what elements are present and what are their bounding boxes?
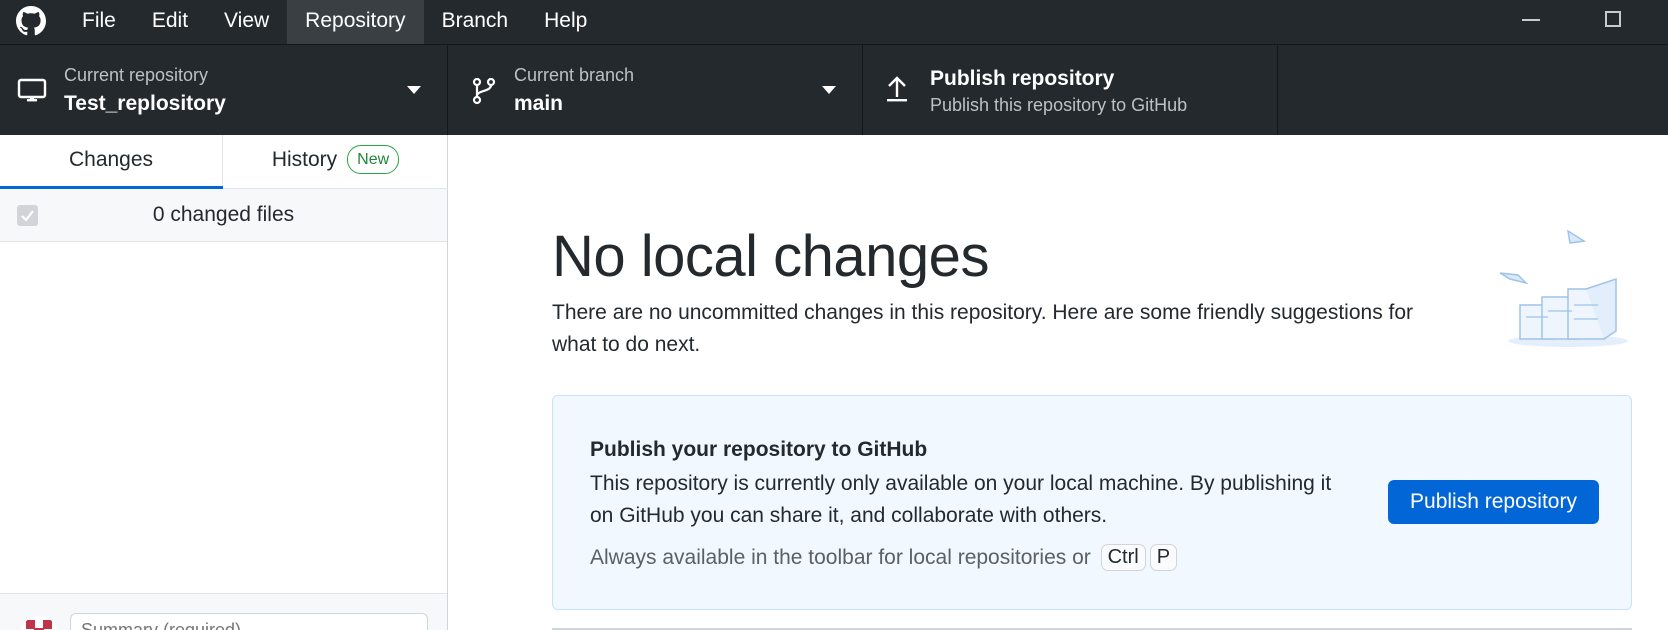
commit-area bbox=[0, 593, 447, 630]
upload-icon bbox=[887, 76, 907, 102]
publish-card-hint: Always available in the toolbar for loca… bbox=[590, 544, 1178, 571]
current-repository-name: Test_replository bbox=[64, 92, 226, 115]
git-branch-icon bbox=[472, 77, 496, 105]
shortcut-key-p: P bbox=[1149, 544, 1178, 571]
menu-file[interactable]: File bbox=[64, 0, 134, 44]
tab-changes[interactable]: Changes bbox=[0, 135, 223, 190]
tab-history-label: History bbox=[271, 148, 338, 171]
current-branch-button[interactable]: Current branch main bbox=[448, 45, 863, 136]
chevron-down-icon bbox=[822, 86, 836, 94]
computer-icon bbox=[17, 78, 47, 102]
page-title: No local changes bbox=[552, 224, 989, 289]
menu-edit[interactable]: Edit bbox=[134, 0, 206, 44]
tab-history[interactable]: History New bbox=[223, 135, 448, 189]
menu-bar: File Edit View Repository Branch Help bbox=[64, 0, 605, 44]
menu-view[interactable]: View bbox=[206, 0, 287, 44]
current-repository-button[interactable]: Current repository Test_replository bbox=[0, 45, 448, 136]
publish-card-title: Publish your repository to GitHub bbox=[590, 438, 928, 461]
avatar bbox=[20, 616, 58, 630]
current-branch-label: Current branch bbox=[514, 65, 635, 85]
chevron-down-icon bbox=[407, 86, 421, 94]
publish-card-hint-text: Always available in the toolbar for loca… bbox=[590, 546, 1091, 569]
shortcut-key-ctrl: Ctrl bbox=[1100, 544, 1146, 571]
publish-repository-button[interactable]: Publish repository bbox=[1388, 480, 1599, 524]
minimize-icon[interactable] bbox=[1522, 19, 1540, 21]
empty-state-illustration bbox=[1499, 229, 1628, 347]
toolbar: Current repository Test_replository Curr… bbox=[0, 44, 1668, 136]
publish-toolbar-title: Publish repository bbox=[930, 67, 1115, 90]
github-logo-icon bbox=[16, 6, 46, 36]
maximize-icon[interactable] bbox=[1605, 11, 1621, 27]
tab-changes-label: Changes bbox=[68, 148, 154, 171]
title-bar: File Edit View Repository Branch Help bbox=[0, 0, 1668, 44]
menu-help[interactable]: Help bbox=[526, 0, 605, 44]
commit-summary-input[interactable] bbox=[70, 613, 428, 630]
publish-suggestion-card: Publish your repository to GitHub This r… bbox=[552, 395, 1632, 610]
menu-repository[interactable]: Repository bbox=[287, 0, 424, 44]
page-description: There are no uncommitted changes in this… bbox=[552, 301, 1414, 356]
changed-files-header: 0 changed files bbox=[0, 189, 447, 242]
menu-branch[interactable]: Branch bbox=[424, 0, 527, 44]
publish-card-description: This repository is currently only availa… bbox=[590, 472, 1332, 527]
sidebar-tabs: Changes History New bbox=[0, 135, 448, 190]
sidebar: Changes History New 0 changed files bbox=[0, 135, 448, 630]
changed-files-count: 0 changed files bbox=[152, 203, 295, 226]
current-branch-name: main bbox=[514, 92, 564, 115]
main-content: No local changes There are no uncommitte… bbox=[448, 135, 1668, 630]
current-repository-label: Current repository bbox=[64, 65, 209, 85]
publish-toolbar-description: Publish this repository to GitHub bbox=[930, 95, 1188, 115]
publish-repository-toolbar-button[interactable]: Publish repository Publish this reposito… bbox=[863, 45, 1278, 136]
new-badge: New bbox=[347, 145, 400, 174]
